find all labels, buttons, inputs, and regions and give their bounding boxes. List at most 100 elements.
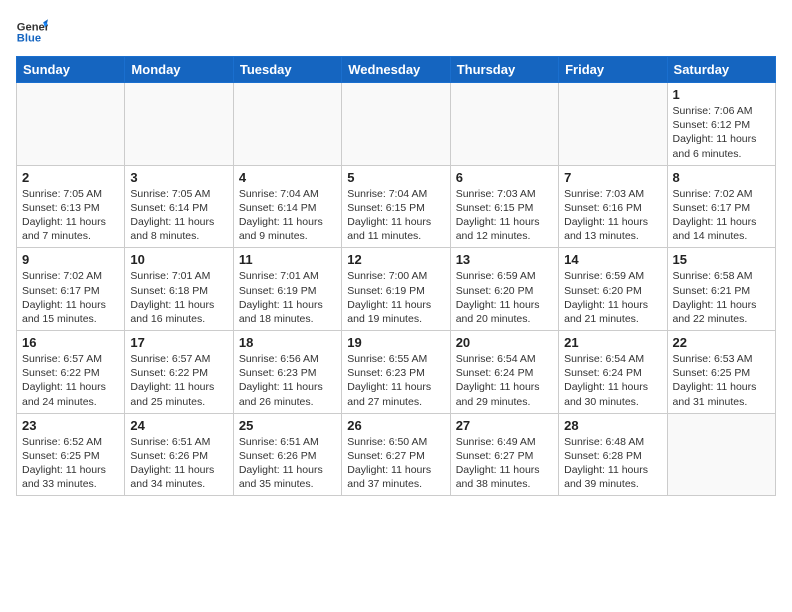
- day-info: Sunrise: 7:06 AM Sunset: 6:12 PM Dayligh…: [673, 104, 770, 161]
- day-info: Sunrise: 7:03 AM Sunset: 6:15 PM Dayligh…: [456, 187, 553, 244]
- calendar-cell: 6 Sunrise: 7:03 AM Sunset: 6:15 PM Daylig…: [450, 165, 558, 248]
- day-number: 20: [456, 335, 553, 350]
- day-info: Sunrise: 6:54 AM Sunset: 6:24 PM Dayligh…: [456, 352, 553, 409]
- day-info: Sunrise: 7:02 AM Sunset: 6:17 PM Dayligh…: [673, 187, 770, 244]
- logo: General Blue: [16, 16, 48, 48]
- day-info: Sunrise: 6:52 AM Sunset: 6:25 PM Dayligh…: [22, 435, 119, 492]
- weekday-header-row: SundayMondayTuesdayWednesdayThursdayFrid…: [17, 57, 776, 83]
- calendar-cell: 18Sunrise: 6:56 AM Sunset: 6:23 PM Dayli…: [233, 331, 341, 414]
- day-info: Sunrise: 7:04 AM Sunset: 6:14 PM Dayligh…: [239, 187, 336, 244]
- calendar-cell: 1 Sunrise: 7:06 AM Sunset: 6:12 PM Daylig…: [667, 83, 775, 166]
- day-number: 14: [564, 252, 661, 267]
- svg-text:Blue: Blue: [17, 33, 41, 45]
- calendar-cell: 23 Sunrise: 6:52 AM Sunset: 6:25 PM Dayli…: [17, 413, 125, 496]
- day-info: Sunrise: 6:59 AM Sunset: 6:20 PM Dayligh…: [564, 269, 661, 326]
- day-number: 3: [130, 170, 227, 185]
- header: General Blue: [16, 16, 776, 48]
- day-info: Sunrise: 6:57 AM Sunset: 6:22 PM Dayligh…: [130, 352, 227, 409]
- calendar-cell: 7 Sunrise: 7:03 AM Sunset: 6:16 PM Daylig…: [559, 165, 667, 248]
- day-info: Sunrise: 6:48 AM Sunset: 6:28 PM Dayligh…: [564, 435, 661, 492]
- calendar-cell: 25Sunrise: 6:51 AM Sunset: 6:26 PM Dayli…: [233, 413, 341, 496]
- weekday-tuesday: Tuesday: [233, 57, 341, 83]
- day-number: 24: [130, 418, 227, 433]
- day-number: 7: [564, 170, 661, 185]
- calendar-cell: 10 Sunrise: 7:01 AM Sunset: 6:18 PM Dayli…: [125, 248, 233, 331]
- weekday-friday: Friday: [559, 57, 667, 83]
- calendar-cell: 20 Sunrise: 6:54 AM Sunset: 6:24 PM Dayli…: [450, 331, 558, 414]
- logo-icon: General Blue: [16, 16, 48, 48]
- calendar-cell: 12 Sunrise: 7:00 AM Sunset: 6:19 PM Dayli…: [342, 248, 450, 331]
- weekday-wednesday: Wednesday: [342, 57, 450, 83]
- calendar-cell: 16Sunrise: 6:57 AM Sunset: 6:22 PM Dayli…: [17, 331, 125, 414]
- day-info: Sunrise: 6:53 AM Sunset: 6:25 PM Dayligh…: [673, 352, 770, 409]
- day-number: 19: [347, 335, 444, 350]
- day-info: Sunrise: 6:50 AM Sunset: 6:27 PM Dayligh…: [347, 435, 444, 492]
- calendar-cell: [17, 83, 125, 166]
- calendar-cell: 4 Sunrise: 7:04 AM Sunset: 6:14 PM Daylig…: [233, 165, 341, 248]
- calendar-cell: 3Sunrise: 7:05 AM Sunset: 6:14 PM Daylig…: [125, 165, 233, 248]
- day-number: 12: [347, 252, 444, 267]
- calendar-cell: [125, 83, 233, 166]
- calendar-cell: 13 Sunrise: 6:59 AM Sunset: 6:20 PM Dayli…: [450, 248, 558, 331]
- calendar-table: SundayMondayTuesdayWednesdayThursdayFrid…: [16, 56, 776, 496]
- weekday-sunday: Sunday: [17, 57, 125, 83]
- day-info: Sunrise: 7:05 AM Sunset: 6:13 PM Dayligh…: [22, 187, 119, 244]
- calendar-cell: 19 Sunrise: 6:55 AM Sunset: 6:23 PM Dayli…: [342, 331, 450, 414]
- page: General Blue SundayMondayTuesdayWednesda…: [0, 0, 792, 612]
- day-number: 23: [22, 418, 119, 433]
- svg-text:General: General: [17, 21, 48, 33]
- day-info: Sunrise: 7:01 AM Sunset: 6:18 PM Dayligh…: [130, 269, 227, 326]
- calendar-cell: 15 Sunrise: 6:58 AM Sunset: 6:21 PM Dayli…: [667, 248, 775, 331]
- day-number: 8: [673, 170, 770, 185]
- week-row-0: 1 Sunrise: 7:06 AM Sunset: 6:12 PM Daylig…: [17, 83, 776, 166]
- day-number: 6: [456, 170, 553, 185]
- day-info: Sunrise: 7:00 AM Sunset: 6:19 PM Dayligh…: [347, 269, 444, 326]
- calendar-cell: [667, 413, 775, 496]
- calendar-cell: 27 Sunrise: 6:49 AM Sunset: 6:27 PM Dayli…: [450, 413, 558, 496]
- day-number: 2: [22, 170, 119, 185]
- day-info: Sunrise: 7:04 AM Sunset: 6:15 PM Dayligh…: [347, 187, 444, 244]
- day-number: 27: [456, 418, 553, 433]
- day-number: 9: [22, 252, 119, 267]
- day-info: Sunrise: 6:54 AM Sunset: 6:24 PM Dayligh…: [564, 352, 661, 409]
- calendar-cell: 9 Sunrise: 7:02 AM Sunset: 6:17 PM Daylig…: [17, 248, 125, 331]
- day-info: Sunrise: 6:49 AM Sunset: 6:27 PM Dayligh…: [456, 435, 553, 492]
- week-row-1: 2 Sunrise: 7:05 AM Sunset: 6:13 PM Daylig…: [17, 165, 776, 248]
- calendar-cell: 11Sunrise: 7:01 AM Sunset: 6:19 PM Dayli…: [233, 248, 341, 331]
- day-number: 18: [239, 335, 336, 350]
- day-number: 28: [564, 418, 661, 433]
- day-number: 22: [673, 335, 770, 350]
- calendar-cell: 17Sunrise: 6:57 AM Sunset: 6:22 PM Dayli…: [125, 331, 233, 414]
- weekday-saturday: Saturday: [667, 57, 775, 83]
- calendar-cell: [233, 83, 341, 166]
- week-row-2: 9 Sunrise: 7:02 AM Sunset: 6:17 PM Daylig…: [17, 248, 776, 331]
- week-row-4: 23 Sunrise: 6:52 AM Sunset: 6:25 PM Dayli…: [17, 413, 776, 496]
- day-number: 5: [347, 170, 444, 185]
- day-number: 21: [564, 335, 661, 350]
- week-row-3: 16 Sunrise: 6:57 AM Sunset: 6:22 PM Dayli…: [17, 331, 776, 414]
- day-number: 15: [673, 252, 770, 267]
- calendar-cell: [450, 83, 558, 166]
- calendar-cell: 14 Sunrise: 6:59 AM Sunset: 6:20 PM Dayli…: [559, 248, 667, 331]
- day-info: Sunrise: 6:55 AM Sunset: 6:23 PM Dayligh…: [347, 352, 444, 409]
- calendar-cell: 5 Sunrise: 7:04 AM Sunset: 6:15 PM Daylig…: [342, 165, 450, 248]
- day-number: 10: [130, 252, 227, 267]
- day-info: Sunrise: 6:51 AM Sunset: 6:26 PM Dayligh…: [130, 435, 227, 492]
- calendar-cell: 8 Sunrise: 7:02 AM Sunset: 6:17 PM Daylig…: [667, 165, 775, 248]
- day-info: Sunrise: 6:59 AM Sunset: 6:20 PM Dayligh…: [456, 269, 553, 326]
- calendar-cell: 24 Sunrise: 6:51 AM Sunset: 6:26 PM Dayli…: [125, 413, 233, 496]
- day-number: 1: [673, 87, 770, 102]
- calendar-cell: 26Sunrise: 6:50 AM Sunset: 6:27 PM Dayli…: [342, 413, 450, 496]
- day-info: Sunrise: 6:51 AM Sunset: 6:26 PM Dayligh…: [239, 435, 336, 492]
- calendar-cell: 21 Sunrise: 6:54 AM Sunset: 6:24 PM Dayli…: [559, 331, 667, 414]
- day-number: 4: [239, 170, 336, 185]
- day-info: Sunrise: 7:03 AM Sunset: 6:16 PM Dayligh…: [564, 187, 661, 244]
- calendar-cell: [559, 83, 667, 166]
- day-number: 16: [22, 335, 119, 350]
- day-number: 13: [456, 252, 553, 267]
- weekday-thursday: Thursday: [450, 57, 558, 83]
- calendar-cell: 22 Sunrise: 6:53 AM Sunset: 6:25 PM Dayli…: [667, 331, 775, 414]
- weekday-monday: Monday: [125, 57, 233, 83]
- day-info: Sunrise: 6:58 AM Sunset: 6:21 PM Dayligh…: [673, 269, 770, 326]
- day-info: Sunrise: 7:02 AM Sunset: 6:17 PM Dayligh…: [22, 269, 119, 326]
